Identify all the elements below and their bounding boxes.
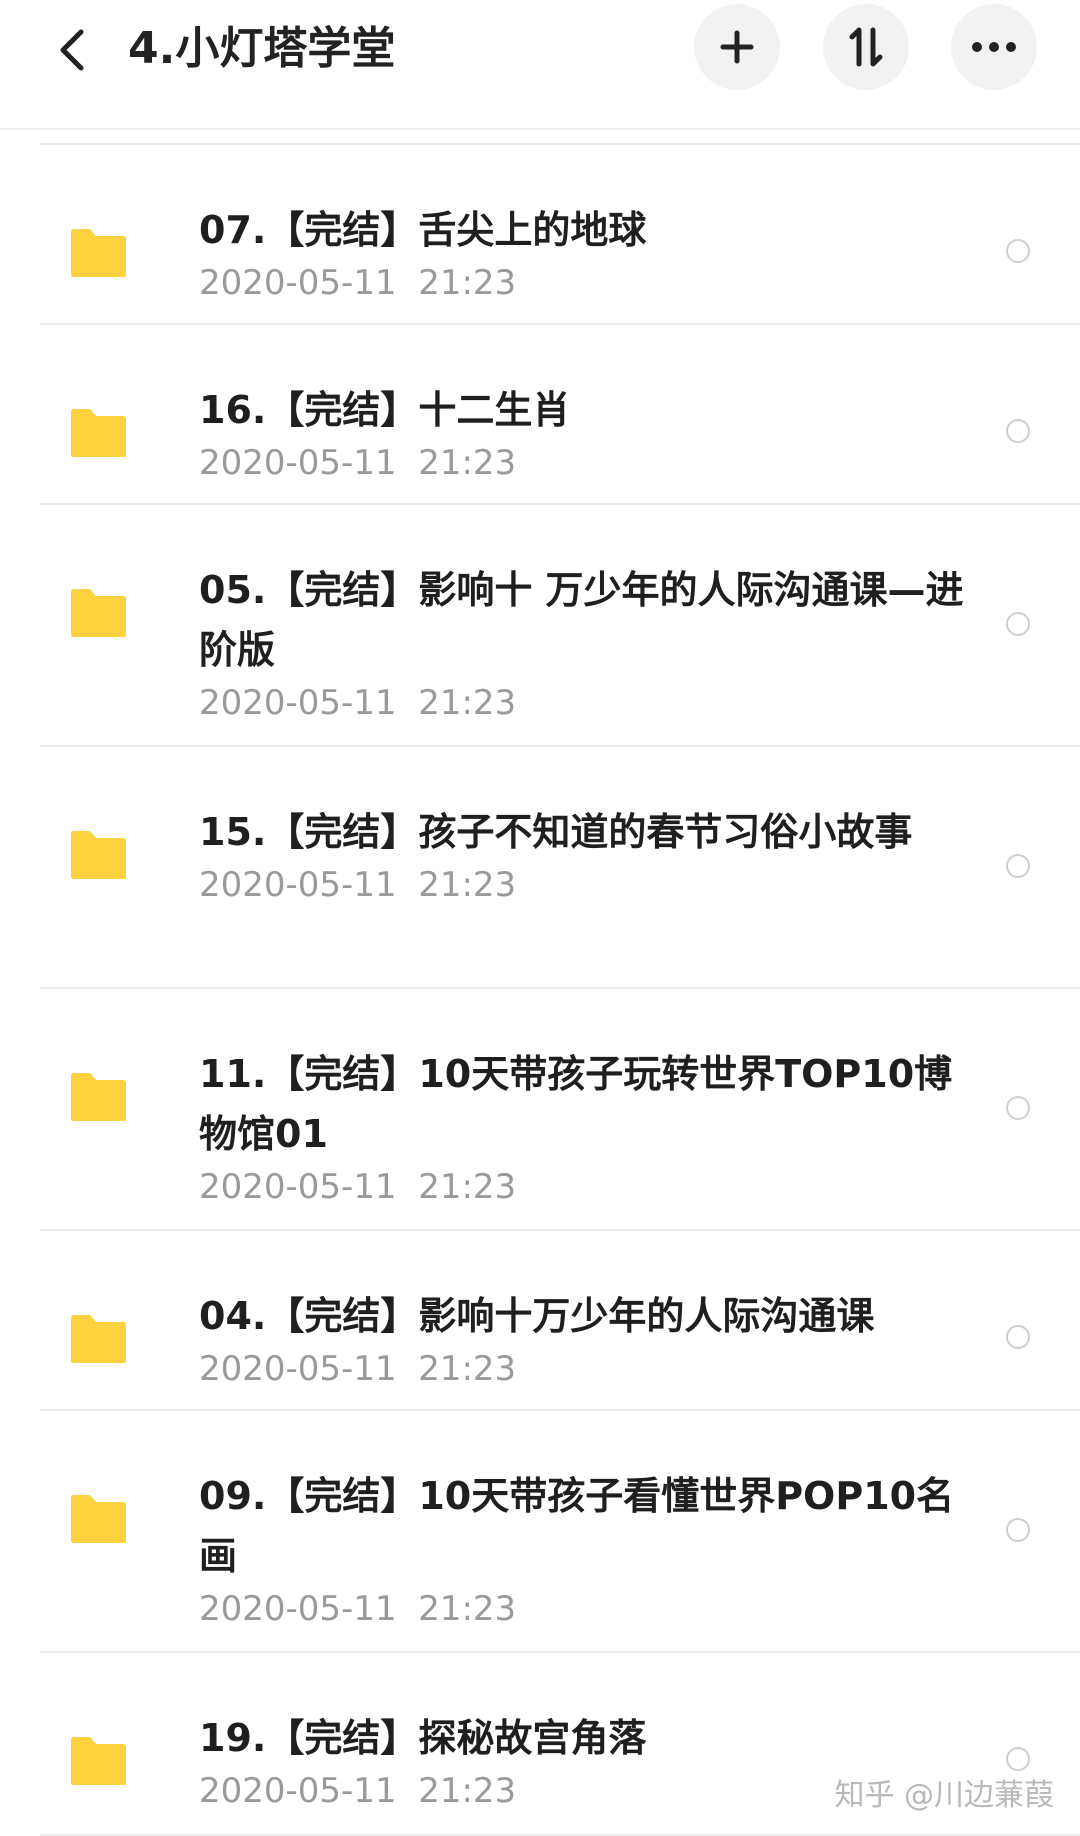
select-radio[interactable] (1006, 419, 1030, 443)
chevron-left-icon (60, 29, 84, 71)
folder-date: 2020-05-11 21:23 (199, 1167, 517, 1207)
page-title: 4.小灯塔学堂 (128, 23, 396, 74)
folder-icon (71, 1315, 126, 1363)
folder-name: 11.【完结】10天带孩子玩转世界TOP10博物馆01 (199, 1052, 953, 1156)
folder-date: 2020-05-11 21:23 (199, 683, 517, 723)
select-radio[interactable] (1006, 1325, 1030, 1349)
folder-name: 07.【完结】舌尖上的地球 (199, 208, 647, 252)
select-radio[interactable] (1006, 612, 1030, 636)
select-radio[interactable] (1006, 1747, 1030, 1771)
folder-icon (71, 1495, 126, 1543)
folder-row[interactable]: 11.【完结】10天带孩子玩转世界TOP10博物馆01 2020-05-11 21… (0, 989, 1080, 1231)
folder-row-text: 04.【完结】影响十万少年的人际沟通课 2020-05-11 21:23 (199, 1286, 969, 1392)
folder-row[interactable]: 16.【完结】十二生肖 2020-05-11 21:23 (0, 325, 1080, 505)
select-radio[interactable] (1006, 854, 1030, 878)
folder-row-text: 05.【完结】影响十 万少年的人际沟通课—进阶版 2020-05-11 21:23 (199, 560, 969, 726)
folder-icon (71, 831, 126, 879)
folder-row[interactable]: 04.【完结】影响十万少年的人际沟通课 2020-05-11 21:23 (0, 1231, 1080, 1411)
folder-name: 09.【完结】10天带孩子看懂世界POP10名画 (199, 1474, 955, 1578)
sort-button[interactable] (823, 4, 909, 90)
folder-row-text: 07.【完结】舌尖上的地球 2020-05-11 21:23 (199, 200, 969, 306)
folder-row[interactable]: 07.【完结】舌尖上的地球 2020-05-11 21:23 (0, 145, 1080, 325)
folder-name: 05.【完结】影响十 万少年的人际沟通课—进阶版 (199, 568, 964, 672)
select-radio[interactable] (1006, 1518, 1030, 1542)
folder-date: 2020-05-11 21:23 (199, 263, 517, 303)
folder-icon (71, 409, 126, 457)
folder-icon (71, 589, 126, 637)
folder-list[interactable]: 07.【完结】舌尖上的地球 2020-05-11 21:23 16.【完结】十二生肖… (0, 128, 1080, 1836)
folder-row-text: 15.【完结】孩子不知道的春节习俗小故事 2020-05-11 21:23 (199, 802, 969, 908)
sort-arrows-icon (849, 27, 883, 67)
folder-name: 04.【完结】影响十万少年的人际沟通课 (199, 1294, 875, 1338)
top-bar: 4.小灯塔学堂 (0, 0, 1080, 130)
folder-icon (71, 1737, 126, 1785)
select-radio[interactable] (1006, 1096, 1030, 1120)
folder-row[interactable]: 05.【完结】影响十 万少年的人际沟通课—进阶版 2020-05-11 21:23 (0, 505, 1080, 747)
folder-row[interactable]: 15.【完结】孩子不知道的春节习俗小故事 2020-05-11 21:23 (0, 747, 1080, 989)
select-radio[interactable] (1006, 239, 1030, 263)
folder-row-text: 16.【完结】十二生肖 2020-05-11 21:23 (199, 380, 969, 486)
folder-row[interactable]: 09.【完结】10天带孩子看懂世界POP10名画 2020-05-11 21:23 (0, 1411, 1080, 1653)
more-button[interactable] (951, 4, 1037, 90)
more-dots-icon (972, 42, 1016, 52)
add-button[interactable] (694, 4, 780, 90)
folder-name: 15.【完结】孩子不知道的春节习俗小故事 (199, 810, 913, 854)
folder-icon (71, 1073, 126, 1121)
folder-name: 19.【完结】探秘故宫角落 (199, 1716, 647, 1760)
folder-row-text: 11.【完结】10天带孩子玩转世界TOP10博物馆01 2020-05-11 21… (199, 1044, 969, 1210)
folder-date: 2020-05-11 21:23 (199, 443, 517, 483)
back-button[interactable] (44, 22, 100, 78)
folder-icon (71, 229, 126, 277)
folder-date: 2020-05-11 21:23 (199, 1589, 517, 1629)
watermark: 知乎 @川边蒹葭 (834, 1778, 1054, 1813)
folder-date: 2020-05-11 21:23 (199, 865, 517, 905)
folder-date: 2020-05-11 21:23 (199, 1349, 517, 1389)
folder-row-text: 09.【完结】10天带孩子看懂世界POP10名画 2020-05-11 21:23 (199, 1466, 969, 1632)
plus-icon (720, 30, 754, 64)
folder-name: 16.【完结】十二生肖 (199, 388, 571, 432)
